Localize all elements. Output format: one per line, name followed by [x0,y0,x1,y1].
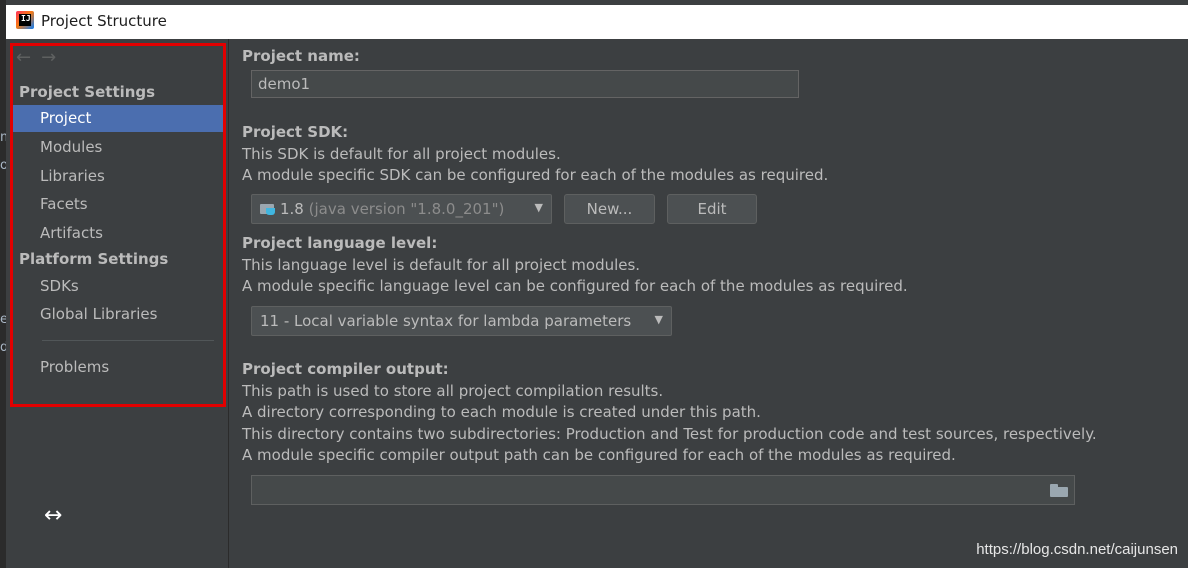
sidebar-item-libraries[interactable]: Libraries [12,163,224,190]
horizontal-resize-cursor-icon: ↔ [44,503,63,528]
compiler-output-description: This path is used to store all project c… [242,382,664,400]
project-sdk-dropdown[interactable]: 1.8 (java version "1.8.0_201") ▼ [251,194,552,224]
compiler-output-description: A directory corresponding to each module… [242,403,761,421]
window-title: Project Structure [41,12,167,30]
sdk-version: 1.8 [280,200,304,218]
history-navigation: ←→ [16,47,66,68]
project-sdk-description: This SDK is default for all project modu… [242,145,561,163]
compiler-output-description: A module specific compiler output path c… [242,446,956,464]
sidebar-item-sdks[interactable]: SDKs [12,273,224,300]
language-level-value: 11 - Local variable syntax for lambda pa… [260,312,632,330]
language-level-description: This language level is default for all p… [242,256,641,274]
project-name-label: Project name: [242,47,360,65]
sidebar-item-modules[interactable]: Modules [12,134,224,161]
language-level-dropdown[interactable]: 11 - Local variable syntax for lambda pa… [251,306,672,336]
edit-sdk-button[interactable]: Edit [667,194,757,224]
intellij-app-icon: IJ [16,11,34,29]
project-settings-panel: Project name: demo1 Project SDK: This SD… [229,39,1188,568]
sidebar-item-project[interactable]: Project [12,105,224,132]
project-settings-header: Project Settings [19,83,156,101]
platform-settings-header: Platform Settings [19,250,169,268]
project-sdk-description: A module specific SDK can be configured … [242,166,829,184]
sidebar-item-global-libraries[interactable]: Global Libraries [12,301,224,328]
language-level-description: A module specific language level can be … [242,277,908,295]
sidebar-item-facets[interactable]: Facets [12,191,224,218]
arrow-right-icon[interactable]: → [41,47,66,68]
settings-sidebar: ←→ Project Settings Project Modules Libr… [6,39,229,568]
compiler-output-label: Project compiler output: [242,360,449,378]
jdk-folder-icon [260,202,276,215]
language-level-label: Project language level: [242,234,438,252]
new-sdk-button[interactable]: New... [564,194,655,224]
sidebar-item-artifacts[interactable]: Artifacts [12,220,224,247]
chevron-down-icon: ▼ [654,313,663,326]
folder-icon[interactable] [1050,484,1068,497]
sidebar-separator [42,340,214,341]
window-title-bar[interactable]: IJ Project Structure [6,5,1188,39]
chevron-down-icon: ▼ [534,201,543,214]
sidebar-item-problems[interactable]: Problems [12,354,224,381]
watermark-url: https://blog.csdn.net/caijunsen [976,541,1178,558]
sdk-version-detail: (java version "1.8.0_201") [308,200,505,218]
compiler-output-path-input[interactable] [251,475,1075,505]
project-name-input[interactable]: demo1 [251,70,799,98]
project-sdk-label: Project SDK: [242,123,349,141]
arrow-left-icon[interactable]: ← [16,47,41,68]
compiler-output-description: This directory contains two subdirectori… [242,425,1097,443]
